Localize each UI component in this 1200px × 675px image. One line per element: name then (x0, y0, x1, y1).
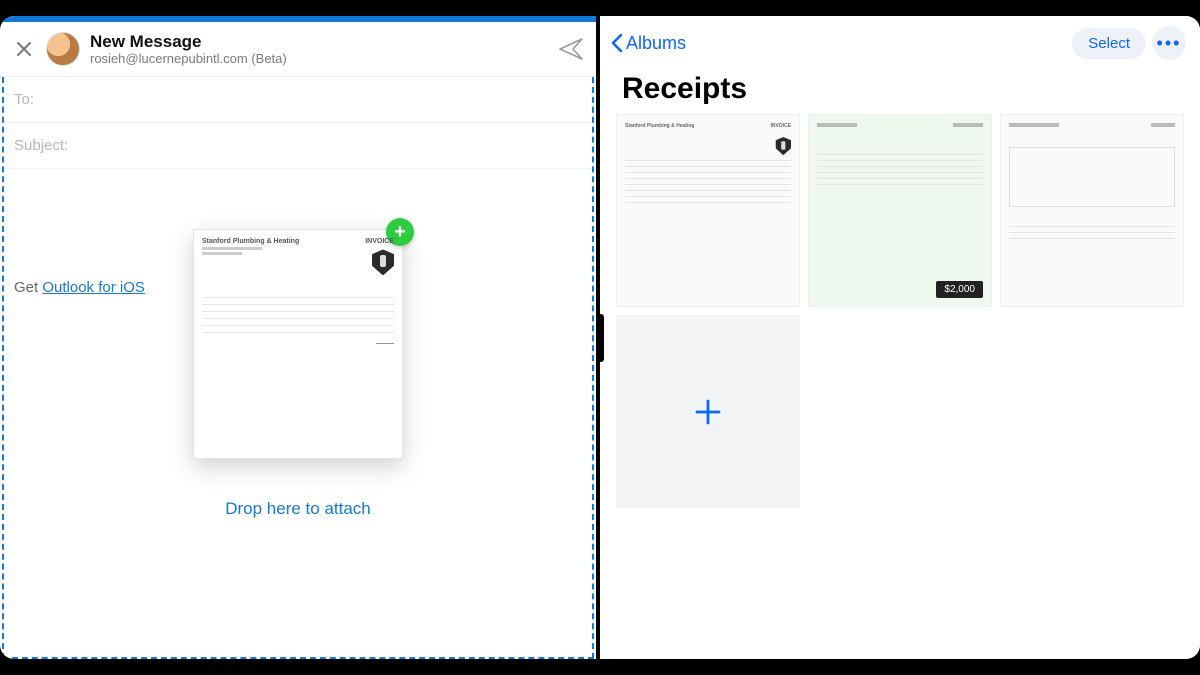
signature-link[interactable]: Outlook for iOS (42, 279, 145, 296)
shield-icon (776, 137, 791, 155)
thumb-tag: INVOICE (770, 123, 791, 129)
signature: Get Outlook for iOS (14, 279, 145, 296)
album-title: Receipts (600, 66, 1200, 114)
select-button[interactable]: Select (1072, 28, 1146, 59)
compose-from-email: rosieh@lucernepubintl.com (Beta) (90, 52, 287, 67)
photos-header: Albums Select ••• (600, 16, 1200, 66)
back-label: Albums (626, 33, 686, 54)
photo-thumb[interactable]: $2,000 (808, 114, 992, 307)
close-icon[interactable] (12, 37, 36, 61)
thumb-total-badge: $2,000 (936, 281, 983, 298)
plus-icon (693, 397, 723, 427)
invoice-vendor: Stanford Plumbing & Heating (202, 238, 299, 245)
photos-pane: Albums Select ••• Receipts Stanford Plum… (600, 16, 1200, 659)
back-button[interactable]: Albums (610, 33, 686, 54)
add-photo-tile[interactable] (616, 315, 800, 508)
thumb-vendor: Stanford Plumbing & Heating (625, 123, 694, 129)
invoice-label: INVOICE (365, 238, 394, 245)
drop-zone[interactable]: To: Subject: Get Outlook for iOS + Stanf… (0, 77, 596, 659)
compose-body[interactable]: Get Outlook for iOS + Stanford Plumbing … (0, 169, 596, 551)
shield-icon (372, 249, 394, 275)
compose-pane: New Message rosieh@lucernepubintl.com (B… (0, 16, 600, 659)
signature-prefix: Get (14, 279, 42, 296)
compose-header: New Message rosieh@lucernepubintl.com (B… (0, 22, 596, 77)
more-icon[interactable]: ••• (1152, 26, 1186, 60)
drop-hint: Drop here to attach (225, 499, 371, 519)
photo-grid: Stanford Plumbing & Heating INVOICE (600, 114, 1200, 508)
compose-title: New Message (90, 32, 287, 52)
invoice-preview: Stanford Plumbing & Heating INVOICE (202, 238, 394, 450)
avatar[interactable] (46, 32, 80, 66)
photo-thumb[interactable]: Stanford Plumbing & Heating INVOICE (616, 114, 800, 307)
chevron-left-icon (610, 33, 624, 53)
split-divider-handle[interactable] (598, 314, 604, 362)
photo-thumb[interactable] (1000, 114, 1184, 307)
send-icon[interactable] (558, 36, 584, 62)
dragged-attachment-preview[interactable]: + Stanford Plumbing & Heating INVOICE (193, 229, 403, 459)
